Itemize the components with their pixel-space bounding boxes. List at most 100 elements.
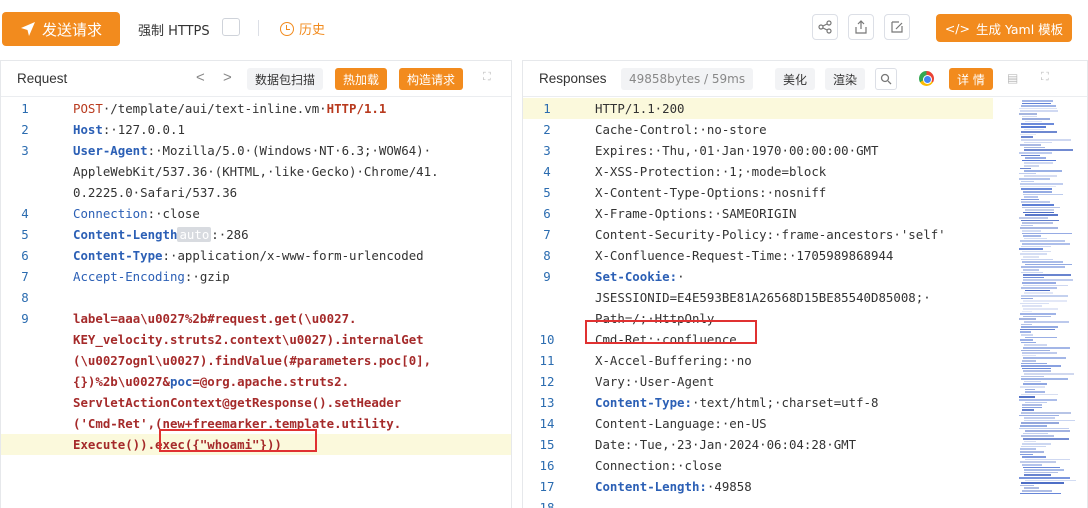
minimap-line bbox=[1019, 396, 1035, 398]
next-arrow-icon[interactable]: > bbox=[223, 69, 232, 86]
code-token: ·/template/aui/text-inline.vm· bbox=[102, 101, 327, 116]
minimap-line bbox=[1020, 133, 1037, 136]
minimap-line bbox=[1022, 235, 1041, 237]
minimap-line bbox=[1020, 412, 1071, 414]
minimap-line bbox=[1019, 227, 1058, 229]
code-line: 5 Content-Length auto:·286 bbox=[1, 224, 511, 245]
code-token: Content-Length: bbox=[595, 479, 707, 494]
beautify-button[interactable]: 美化 bbox=[775, 68, 816, 90]
code-line: (\u0027ognl\u0027).findValue(#parameters… bbox=[1, 350, 511, 371]
line-text: POST·/template/aui/text-inline.vm·HTTP/1… bbox=[73, 98, 386, 119]
share-icon[interactable] bbox=[812, 14, 838, 40]
search-icon[interactable] bbox=[875, 68, 897, 90]
request-title: Request bbox=[17, 71, 68, 86]
minimap-line bbox=[1019, 339, 1034, 341]
minimap-line bbox=[1024, 289, 1051, 292]
minimap-line bbox=[1022, 409, 1034, 411]
minimap-line bbox=[1024, 336, 1057, 339]
code-line: JSESSIONID=E4E593BE81A26568D15BE85540D85… bbox=[523, 287, 993, 308]
minimap-line bbox=[1021, 180, 1034, 183]
minimap-line bbox=[1022, 118, 1050, 120]
minimap-line bbox=[1021, 224, 1034, 227]
expand-icon[interactable]: ⛶ bbox=[483, 71, 495, 83]
response-title: Responses bbox=[539, 71, 607, 86]
code-token: JSESSIONID=E4E593BE81A26568D15BE85540D85… bbox=[595, 290, 931, 305]
response-size-badge: 49858bytes / 59ms bbox=[621, 68, 754, 90]
minimap-line bbox=[1022, 232, 1073, 235]
minimap-line bbox=[1019, 453, 1033, 456]
code-token: Accept-Encoding bbox=[73, 269, 185, 284]
line-text: Content-Length auto:·286 bbox=[73, 224, 249, 245]
line-number: 8 bbox=[21, 290, 29, 305]
request-editor[interactable]: 1 POST·/template/aui/text-inline.vm·HTTP/… bbox=[1, 98, 511, 455]
minimap-line bbox=[1021, 206, 1060, 209]
minimap-line bbox=[1021, 378, 1068, 380]
minimap-line bbox=[1020, 323, 1032, 326]
detail-button[interactable]: 详 情 bbox=[949, 68, 993, 90]
code-line: 8 bbox=[1, 287, 511, 308]
line-text: X-Content-Type-Options:·nosniff bbox=[595, 182, 826, 203]
line-text: X-Accel-Buffering:·no bbox=[595, 350, 752, 371]
line-text: Connection:·close bbox=[73, 203, 200, 224]
code-token: ServletActionContext@getResponse().setHe… bbox=[73, 395, 402, 410]
history-button[interactable]: 历史 bbox=[280, 19, 325, 38]
minimap-line bbox=[1020, 334, 1033, 336]
minimap-line bbox=[1020, 331, 1032, 333]
minimap-line bbox=[1022, 282, 1056, 284]
code-line: 3 Expires:·Thu,·01·Jan·1970·00:00:00·GMT bbox=[523, 140, 993, 161]
force-https-checkbox[interactable] bbox=[222, 18, 240, 36]
render-button[interactable]: 渲染 bbox=[825, 68, 866, 90]
line-number: 2 bbox=[543, 122, 551, 137]
minimap-line bbox=[1024, 237, 1048, 240]
chrome-icon[interactable] bbox=[919, 71, 934, 86]
code-token: =aaa\u0027%2b#request.get(\u0027. bbox=[110, 311, 357, 326]
hot-load-button[interactable]: 热加载 bbox=[335, 68, 388, 90]
minimap-line bbox=[1024, 474, 1051, 476]
divider bbox=[258, 20, 259, 36]
minimap-line bbox=[1019, 302, 1050, 305]
code-token: :·Mozilla/5.0·(Windows·NT·6.3;·WOW64)· bbox=[147, 143, 432, 158]
code-token: ·text/html;·charset=utf-8 bbox=[691, 395, 879, 410]
line-number: 3 bbox=[543, 143, 551, 158]
minimap-line bbox=[1023, 146, 1045, 149]
code-token: :·286 bbox=[211, 227, 249, 242]
minimap-line bbox=[1019, 217, 1048, 219]
minimap-line bbox=[1021, 295, 1069, 297]
response-panel: Responses 49858bytes / 59ms 美化 渲染 详 情 ▤ … bbox=[522, 60, 1088, 508]
line-text: Host:·127.0.0.1 bbox=[73, 119, 185, 140]
minimap-line bbox=[1021, 154, 1041, 157]
expand-icon[interactable]: ⛶ bbox=[1041, 71, 1053, 83]
line-number: 4 bbox=[543, 164, 551, 179]
minimap-line bbox=[1021, 188, 1052, 190]
code-token: X-XSS-Protection:·1;·mode=block bbox=[595, 164, 827, 179]
response-editor[interactable]: 1 HTTP/1.1·200 2 Cache-Control:·no-store 3 Ex… bbox=[523, 98, 993, 508]
export-icon[interactable] bbox=[848, 14, 874, 40]
minimap[interactable] bbox=[1019, 98, 1076, 498]
code-line: 1 HTTP/1.1·200 bbox=[523, 98, 993, 119]
history-label: 历史 bbox=[299, 23, 326, 38]
comment-icon[interactable]: ▤ bbox=[1007, 71, 1019, 85]
minimap-line bbox=[1021, 131, 1057, 133]
minimap-line bbox=[1022, 276, 1045, 279]
minimap-line bbox=[1024, 157, 1046, 159]
minimap-line bbox=[1019, 451, 1044, 453]
generate-yaml-button[interactable]: </> 生成 Yaml 模板 bbox=[936, 14, 1072, 42]
edit-icon[interactable] bbox=[884, 14, 910, 40]
minimap-line bbox=[1022, 300, 1067, 302]
send-request-button[interactable]: 发送请求 bbox=[2, 12, 120, 46]
minimap-line bbox=[1020, 341, 1036, 344]
minimap-line bbox=[1024, 214, 1058, 216]
send-request-label: 发送请求 bbox=[41, 20, 102, 39]
prev-arrow-icon[interactable]: < bbox=[196, 69, 205, 86]
minimap-line bbox=[1022, 367, 1051, 370]
minimap-line bbox=[1023, 284, 1069, 287]
minimap-line bbox=[1019, 172, 1037, 175]
line-text: Content-Type:·application/x-www-form-url… bbox=[73, 245, 424, 266]
code-token: ·49858 bbox=[706, 479, 752, 494]
code-line: 0.2225.0·Safari/537.36 bbox=[1, 182, 511, 203]
request-header: Request < > 数据包扫描 热加载 构造请求 ⛶ bbox=[1, 61, 511, 97]
code-token: X-Content-Type-Options:·nosniff bbox=[595, 185, 827, 200]
packet-scan-button[interactable]: 数据包扫描 bbox=[247, 68, 324, 90]
build-request-button[interactable]: 构造请求 bbox=[399, 68, 464, 90]
minimap-line bbox=[1019, 110, 1059, 112]
